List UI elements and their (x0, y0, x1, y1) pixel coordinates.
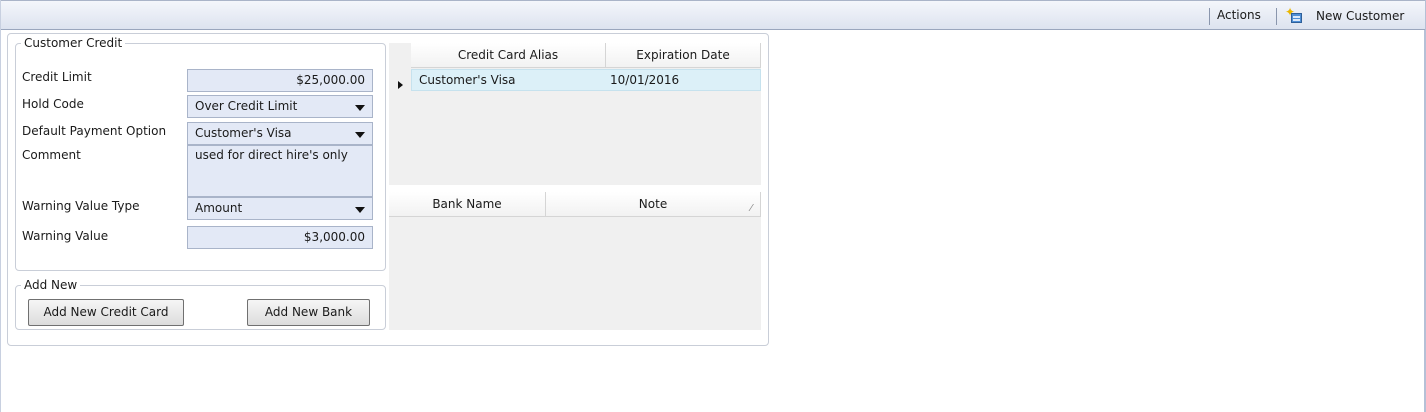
card-alias-cell: Customer's Visa (419, 73, 516, 87)
resize-grip-icon[interactable]: ⁄ (750, 196, 752, 221)
default-payment-value: Customer's Visa (195, 126, 292, 140)
hold-code-value: Over Credit Limit (195, 99, 298, 113)
warning-type-label: Warning Value Type (22, 199, 140, 213)
window-frame: Actions ✦ New Customer Customer Credit C… (0, 0, 1426, 412)
dropdown-arrow-icon[interactable] (355, 132, 365, 138)
toolbar: Actions ✦ New Customer (1, 0, 1425, 30)
warning-value-field[interactable]: $3,000.00 (187, 226, 373, 249)
add-bank-button[interactable]: Add New Bank (247, 299, 370, 326)
banks-grid[interactable]: Bank Name Note ⁄ (389, 192, 761, 330)
hold-code-label: Hold Code (22, 97, 84, 111)
add-credit-card-button[interactable]: Add New Credit Card (28, 299, 184, 326)
warning-type-select[interactable]: Amount (187, 197, 373, 220)
new-customer-button[interactable]: ✦ New Customer (1285, 5, 1404, 27)
new-document-icon: ✦ (1285, 5, 1303, 25)
toolbar-separator (1276, 8, 1277, 25)
toolbar-separator (1209, 8, 1210, 25)
default-payment-select[interactable]: Customer's Visa (187, 122, 373, 145)
column-header-note-label: Note (638, 197, 668, 211)
credit-limit-label: Credit Limit (22, 70, 92, 84)
comment-label: Comment (22, 148, 81, 162)
table-row[interactable]: Customer's Visa 10/01/2016 (411, 69, 761, 91)
comment-textarea[interactable]: used for direct hire's only (187, 145, 373, 197)
new-customer-label: New Customer (1316, 9, 1405, 23)
dropdown-arrow-icon[interactable] (355, 105, 365, 111)
column-header-card-alias[interactable]: Credit Card Alias (411, 43, 606, 68)
column-header-expiration[interactable]: Expiration Date (606, 43, 761, 68)
credit-cards-grid[interactable]: Credit Card Alias Expiration Date Custom… (389, 43, 761, 185)
credit-limit-field[interactable]: $25,000.00 (187, 69, 373, 92)
dropdown-arrow-icon[interactable] (355, 207, 365, 213)
actions-menu-button[interactable]: Actions (1217, 8, 1261, 22)
expiration-date-cell: 10/01/2016 (610, 73, 680, 87)
add-new-legend: Add New (24, 278, 78, 292)
current-row-indicator-icon (398, 81, 403, 89)
default-payment-label: Default Payment Option (22, 124, 167, 138)
row-header-corner (389, 43, 411, 68)
column-header-note[interactable]: Note ⁄ (546, 192, 761, 217)
column-header-bank-name[interactable]: Bank Name (389, 192, 546, 217)
customer-credit-legend: Customer Credit (24, 36, 123, 50)
warning-value-label: Warning Value (22, 229, 109, 243)
hold-code-select[interactable]: Over Credit Limit (187, 95, 373, 118)
warning-type-value: Amount (195, 201, 243, 215)
